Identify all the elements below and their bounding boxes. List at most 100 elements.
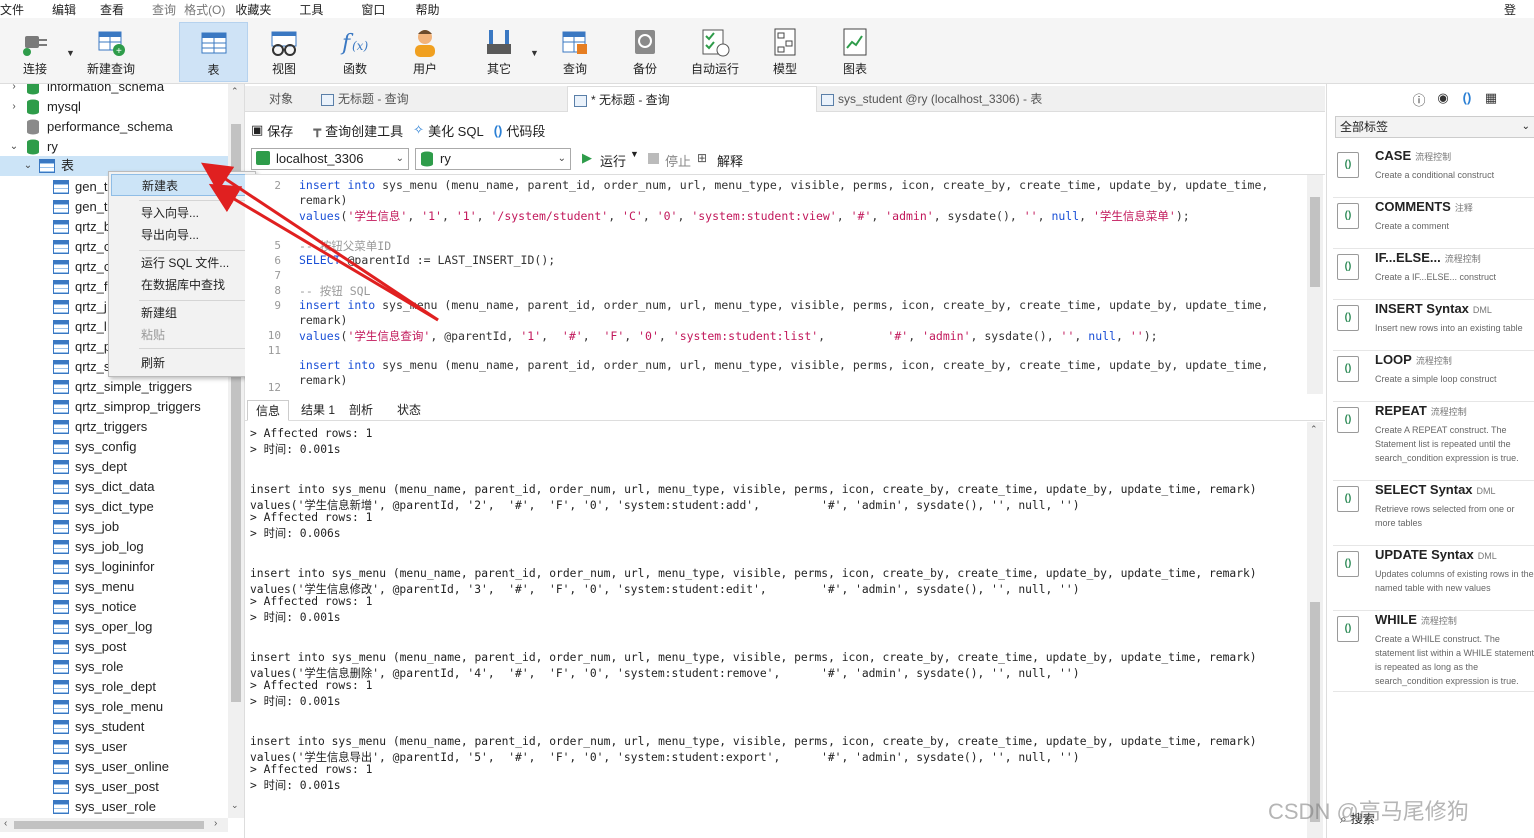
menu-window[interactable]: 窗口 <box>361 1 385 18</box>
snippet-item[interactable]: () UPDATE Syntax DML Updates columns of exi… <box>1333 547 1534 611</box>
tab-profile[interactable]: 剖析 <box>341 400 381 421</box>
chevron-up-icon[interactable]: ⌃ <box>1310 424 1318 435</box>
chevron-down-icon[interactable]: ⌄ <box>8 137 20 157</box>
stop-button[interactable]: 停止 <box>665 151 691 170</box>
snippet-description: Create a simple loop construct <box>1375 374 1497 384</box>
explain-button[interactable]: 解释 <box>717 151 743 170</box>
snippet-code-icon: () <box>1337 616 1359 642</box>
connect-button[interactable]: 连接 <box>10 22 60 82</box>
snippet-item[interactable]: () INSERT Syntax DML Insert new rows into a… <box>1333 301 1534 351</box>
ctx-run-sql-file[interactable]: 运行 SQL 文件... <box>111 252 253 274</box>
menu-query[interactable]: 查询 <box>152 1 176 18</box>
connect-dropdown-icon[interactable]: ▼ <box>66 48 75 58</box>
ctx-import-wizard[interactable]: 导入向导... <box>111 202 253 224</box>
snippet-title: IF...ELSE... 流程控制 <box>1375 250 1481 265</box>
scroll-thumb[interactable] <box>1310 602 1320 822</box>
chevron-down-icon[interactable]: ⌄ <box>231 800 239 811</box>
snippet-item[interactable]: () IF...ELSE... 流程控制 Create a IF...ELSE... … <box>1333 250 1534 300</box>
table-button[interactable]: 表 <box>179 22 248 82</box>
view-icon <box>268 26 300 58</box>
tab-status[interactable]: 状态 <box>389 400 429 421</box>
query-button[interactable]: 查询 <box>550 22 600 82</box>
function-button[interactable]: f (x) 函数 <box>330 22 380 82</box>
snippet-item[interactable]: () COMMENTS 注释 Create a comment <box>1333 199 1534 249</box>
snippet-item[interactable]: () LOOP 流程控制 Create a simple loop construct <box>1333 352 1534 402</box>
tab-sys-student-table[interactable]: sys_student @ry (localhost_3306) - 表 <box>817 86 1067 112</box>
other-button[interactable]: 其它 <box>474 22 524 82</box>
output-line: insert into sys_menu (menu_name, parent_… <box>250 735 1257 748</box>
model-button[interactable]: 模型 <box>760 22 810 82</box>
auto-run-button[interactable]: 自动运行 <box>688 22 742 82</box>
output-vertical-scrollbar[interactable]: ⌃ <box>1307 422 1323 838</box>
ctx-refresh[interactable]: 刷新 <box>111 352 253 374</box>
menu-favorites[interactable]: 收藏夹 <box>235 1 271 18</box>
snippet-title: LOOP 流程控制 <box>1375 352 1452 367</box>
new-query-button[interactable]: + 新建查询 <box>80 22 142 82</box>
output-line: > Affected rows: 1 <box>250 595 373 608</box>
tag-filter-select[interactable]: 全部标签 ⌄ <box>1335 116 1534 138</box>
run-dropdown-icon[interactable]: ▼ <box>630 149 639 159</box>
snippet-item[interactable]: () WHILE 流程控制 Create a WHILE construct. The… <box>1333 612 1534 692</box>
snippet-button[interactable]: 代码段 <box>506 121 545 140</box>
query-tab-icon <box>321 93 334 106</box>
tab-untitled-query-1[interactable]: 无标题 - 查询 <box>315 86 565 112</box>
table-icon <box>53 780 69 794</box>
editor-vertical-scrollbar[interactable] <box>1307 175 1323 394</box>
menu-file[interactable]: 文件 <box>0 1 24 18</box>
chevron-down-icon[interactable]: ⌄ <box>22 156 34 176</box>
menu-view[interactable]: 查看 <box>100 1 124 18</box>
table-icon <box>53 760 69 774</box>
menu-format[interactable]: 格式(O) <box>184 1 225 18</box>
snippet-item[interactable]: () SELECT Syntax DML Retrieve rows selected… <box>1333 482 1534 546</box>
stop-icon <box>648 153 659 164</box>
ctx-new-table[interactable]: 新建表 <box>111 174 253 196</box>
beautify-sql-button[interactable]: 美化 SQL <box>428 121 484 140</box>
grid-icon[interactable]: ▦ <box>1479 90 1503 109</box>
tab-info[interactable]: 信息 <box>247 400 290 421</box>
snippet-item[interactable]: () REPEAT 流程控制 Create A REPEAT construct. T… <box>1333 403 1534 481</box>
menu-login[interactable]: 登 <box>1504 1 1516 18</box>
snippet-item[interactable]: () CASE 流程控制 Create a conditional construct <box>1333 148 1534 198</box>
other-dropdown-icon[interactable]: ▼ <box>530 48 539 58</box>
tab-objects[interactable]: 对象 <box>253 86 321 112</box>
sql-editor[interactable]: 2 5 6 7 8 9 10 11 12 insert into sys_men… <box>245 174 1325 394</box>
tab-result-1[interactable]: 结果 1 <box>293 400 343 421</box>
menu-tools[interactable]: 工具 <box>299 1 323 18</box>
view-button[interactable]: 视图 <box>258 22 310 82</box>
snippet-description: Create a conditional construct <box>1375 170 1495 180</box>
backup-button[interactable]: 备份 <box>620 22 670 82</box>
snippet-icon[interactable]: () <box>1455 90 1479 109</box>
query-builder-button[interactable]: 查询创建工具 <box>325 121 403 140</box>
chevron-right-icon[interactable]: › <box>8 97 20 117</box>
eye-icon[interactable]: ◉ <box>1431 90 1455 109</box>
chevron-up-icon[interactable]: ⌃ <box>231 86 239 97</box>
snippet-title-text: REPEAT <box>1375 403 1427 418</box>
ctx-export-wizard[interactable]: 导出向导... <box>111 224 253 246</box>
menu-edit[interactable]: 编辑 <box>52 1 76 18</box>
scroll-thumb[interactable] <box>14 821 204 829</box>
chart-button[interactable]: 图表 <box>830 22 880 82</box>
ctx-new-group[interactable]: 新建组 <box>111 302 253 324</box>
code-line: -- 按钮 SQL <box>299 284 371 298</box>
tab-untitled-query-2[interactable]: * 无标题 - 查询 <box>567 86 817 112</box>
chevron-left-icon[interactable]: ‹ <box>4 818 7 829</box>
snippet-title-text: WHILE <box>1375 612 1417 627</box>
table-icon <box>53 220 69 234</box>
chevron-right-icon[interactable]: › <box>8 84 20 97</box>
table-icon <box>53 320 69 334</box>
chevron-right-icon[interactable]: › <box>214 818 217 829</box>
snippet-title-text: LOOP <box>1375 352 1412 367</box>
snippet-title: UPDATE Syntax DML <box>1375 547 1497 562</box>
save-button[interactable]: 保存 <box>267 121 293 140</box>
ctx-find-in-database[interactable]: 在数据库中查找 <box>111 274 253 296</box>
run-button[interactable]: 运行 <box>600 151 626 170</box>
tree-horizontal-scrollbar[interactable]: ‹ › <box>0 818 228 832</box>
info-icon[interactable]: ⓘ <box>1407 90 1431 109</box>
user-button[interactable]: 用户 <box>400 22 450 82</box>
table-icon <box>53 700 69 714</box>
snippet-title-text: UPDATE Syntax <box>1375 547 1474 562</box>
scroll-thumb[interactable] <box>1310 197 1320 287</box>
connection-select[interactable]: localhost_3306 ⌄ <box>251 148 409 170</box>
menu-help[interactable]: 帮助 <box>415 1 439 18</box>
database-select[interactable]: ry ⌄ <box>415 148 571 170</box>
